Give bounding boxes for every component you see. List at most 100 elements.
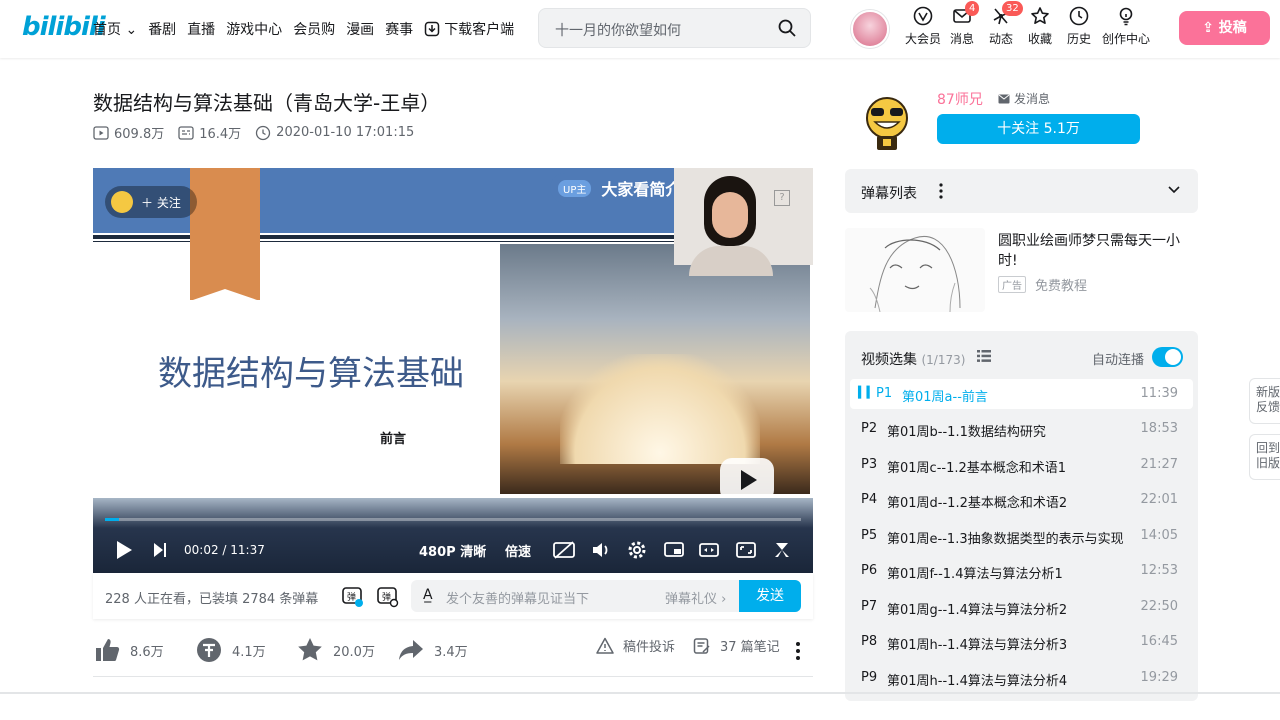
playlist-item[interactable]: P5 第01周e--1.3抽象数据类型的表示与实现 14:05: [850, 521, 1193, 551]
progress-bar[interactable]: [105, 518, 801, 521]
big-play-button[interactable]: [720, 458, 774, 502]
dynamic-label: 动态: [988, 32, 1013, 46]
dynamic-entry[interactable]: 32 动态: [982, 1, 1023, 47]
playlist-item[interactable]: P9 第01周h--1.4算法与算法分析4 19:29: [850, 663, 1193, 693]
more-vertical-icon[interactable]: [939, 183, 943, 199]
danmaku-settings-icon[interactable]: 弹: [375, 584, 399, 608]
search-input[interactable]: 十一月的你欲望如何: [555, 20, 681, 40]
webcam-face: [712, 192, 748, 238]
report-label: 稿件投诉: [623, 640, 676, 655]
episode-duration: 11:39: [1140, 386, 1178, 401]
favorite-label: 收藏: [1027, 32, 1052, 46]
coin-count: 4.1万: [232, 644, 266, 660]
pip-icon[interactable]: [663, 540, 685, 560]
playlist-item[interactable]: P6 第01周f--1.4算法与算法分析1 12:53: [850, 556, 1193, 586]
danmaku-send-button[interactable]: 发送: [739, 580, 801, 612]
new-feedback-button[interactable]: 新版反馈: [1249, 378, 1280, 424]
send-message-label: 发消息: [1014, 92, 1051, 106]
danmaku-input[interactable]: 发个友善的弹幕见证当下: [446, 588, 589, 607]
notes-button[interactable]: 37 篇笔记: [693, 636, 780, 655]
uploader-name[interactable]: 87师兄: [937, 89, 983, 109]
more-icon[interactable]: [795, 641, 801, 661]
follow-button[interactable]: 十关注 5.1万: [937, 114, 1140, 144]
player-follow-button[interactable]: ＋ 关注: [105, 186, 197, 218]
danmaku-count-icon: [178, 125, 194, 140]
dynamic-badge: 32: [1002, 1, 1023, 16]
episode-duration: 19:29: [1140, 670, 1178, 685]
settings-icon[interactable]: [626, 539, 648, 561]
nav-mall[interactable]: 会员购: [293, 19, 335, 39]
fullscreen-icon[interactable]: [771, 540, 793, 560]
episode-number: P2: [861, 421, 878, 436]
upload-icon: ⇪: [1202, 20, 1219, 36]
up-announcement-text: 大家看简介: [601, 180, 682, 199]
playlist-item[interactable]: P4 第01周d--1.2基本概念和术语2 22:01: [850, 485, 1193, 515]
report-button[interactable]: 稿件投诉: [596, 636, 675, 655]
playlist-item[interactable]: P2 第01周b--1.1数据结构研究 18:53: [850, 414, 1193, 444]
playlist-item[interactable]: P8 第01周h--1.4算法与算法分析3 16:45: [850, 627, 1193, 657]
publish-date-value: 2020-01-10 17:01:15: [276, 125, 415, 140]
share-button[interactable]: 3.4万: [397, 636, 468, 664]
quality-selector[interactable]: 480P 清晰: [419, 541, 486, 560]
nav-anime[interactable]: 番剧: [148, 19, 176, 39]
episode-number: P1: [876, 386, 893, 401]
web-fullscreen-icon[interactable]: [735, 540, 757, 560]
widescreen-icon[interactable]: [698, 540, 720, 560]
coin-button[interactable]: 4.1万: [195, 636, 266, 664]
upload-button[interactable]: ⇪ 投稿: [1179, 11, 1270, 45]
playlist-item[interactable]: P3 第01周c--1.2基本概念和术语1 21:27: [850, 450, 1193, 480]
user-avatar[interactable]: [851, 10, 889, 48]
view-count: 609.8万: [93, 123, 164, 142]
creator-label: 创作中心: [1101, 32, 1150, 46]
danmaku-off-icon[interactable]: [552, 540, 576, 560]
nav-manga[interactable]: 漫画: [346, 19, 374, 39]
search-box[interactable]: 十一月的你欲望如何: [538, 8, 811, 48]
favorite-icon: [1031, 7, 1049, 24]
star-icon: [298, 638, 322, 661]
player-controls: 00:02 / 11:37 480P 清晰 倍速: [93, 536, 813, 564]
episode-title: 第01周h--1.4算法与算法分析3: [887, 638, 1068, 653]
search-icon[interactable]: [778, 19, 796, 37]
speed-selector[interactable]: 倍速: [505, 541, 531, 560]
autoplay-toggle[interactable]: [1152, 347, 1183, 367]
danmaku-input-box[interactable]: A̲ 发个友善的弹幕见证当下 弹幕礼仪 › 发送: [411, 580, 801, 612]
next-icon[interactable]: [153, 542, 167, 558]
favorite-count: 20.0万: [333, 644, 375, 660]
nav-live[interactable]: 直播: [187, 19, 215, 39]
back-to-old-version-button[interactable]: 回到旧版: [1249, 434, 1280, 480]
volume-icon[interactable]: [591, 540, 611, 560]
favorite-button[interactable]: 20.0万: [296, 636, 375, 664]
episode-title: 第01周a--前言: [902, 390, 988, 405]
chevron-down-icon[interactable]: [1168, 185, 1180, 195]
danmaku-toggle-icon[interactable]: 弹: [340, 584, 364, 608]
download-icon: [424, 21, 440, 37]
playing-indicator-icon: ▍▍: [858, 386, 875, 399]
nav-download-client[interactable]: 下载客户端: [424, 19, 525, 39]
send-message-link[interactable]: 发消息: [998, 90, 1050, 107]
vip-icon: [913, 6, 933, 26]
ad-card[interactable]: 圆职业绘画师梦只需每天一小时! 广告 免费教程: [845, 228, 1198, 314]
episode-title: 第01周e--1.3抽象数据类型的表示与实现: [887, 532, 1124, 547]
danmaku-list-panel[interactable]: 弹幕列表: [845, 169, 1198, 213]
up-tag: UP主: [558, 179, 592, 197]
play-icon[interactable]: [115, 540, 133, 560]
playlist-item[interactable]: P7 第01周g--1.4算法与算法分析2 22:50: [850, 592, 1193, 622]
message-entry[interactable]: 4 消息: [943, 1, 981, 47]
video-player[interactable]: 数据结构与算法基础 前言 ＋ 关注 UP主 大家看简介 ? 00:02 / 11…: [93, 168, 813, 573]
uploader-avatar[interactable]: [857, 92, 917, 152]
like-button[interactable]: 8.6万: [93, 636, 164, 664]
favorite-entry[interactable]: 收藏: [1021, 6, 1059, 47]
vip-entry[interactable]: 大会员: [904, 6, 942, 47]
horizontal-scrollbar[interactable]: [0, 692, 1280, 694]
list-view-icon[interactable]: [977, 350, 991, 362]
nav-game-center[interactable]: 游戏中心: [226, 19, 282, 39]
creator-entry[interactable]: 创作中心: [1099, 6, 1153, 47]
autoplay-label: 自动连播: [1092, 353, 1145, 368]
nav-esports[interactable]: 赛事: [385, 19, 413, 39]
nav-home[interactable]: 首页 ⌄: [93, 19, 137, 39]
playlist-item[interactable]: ▍▍ P1 第01周a--前言 11:39: [850, 379, 1193, 409]
slide-ribbon: [190, 168, 260, 301]
history-entry[interactable]: 历史: [1060, 6, 1098, 47]
danmaku-style-icon[interactable]: A̲: [423, 587, 433, 603]
danmaku-etiquette-link[interactable]: 弹幕礼仪 ›: [665, 588, 726, 607]
